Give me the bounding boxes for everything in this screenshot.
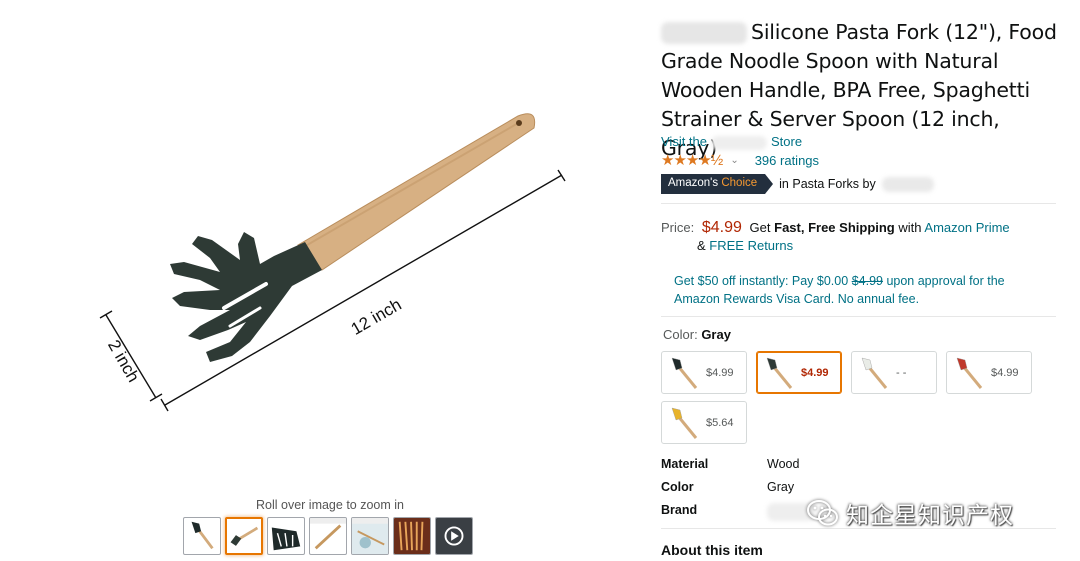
divider <box>661 203 1056 204</box>
length-dimension-label: 12 inch <box>348 295 405 339</box>
swatch-price: $4.99 <box>706 366 734 379</box>
visa-offer-text-1: Get $50 off instantly: Pay $0.00 <box>674 274 849 288</box>
returns-row: & FREE Returns <box>697 238 793 253</box>
swatch-image <box>956 357 983 389</box>
shipping-with: with <box>898 220 922 235</box>
star-rating-icon[interactable]: ★★★★½ <box>661 151 723 169</box>
shipping-get: Get <box>749 220 771 235</box>
ratings-count-link[interactable]: 396 ratings <box>755 153 819 168</box>
swatch-image <box>766 357 793 389</box>
attribute-value: Gray <box>767 480 795 494</box>
main-product-image[interactable]: 12 inch 2 inch <box>60 80 600 440</box>
visa-offer[interactable]: Get $50 off instantly: Pay $0.00 $4.99 u… <box>674 272 1044 308</box>
watermark-text: 知企星知识产权 <box>846 503 1014 529</box>
swatch-price: - - <box>896 366 907 379</box>
color-label: Color: Gray <box>663 327 731 342</box>
rating-row: ★★★★½ ⌄ 396 ratings <box>661 151 819 169</box>
amazons-choice-badge: Amazon's Choice <box>661 174 774 194</box>
width-dimension-label: 2 inch <box>104 337 143 386</box>
attribute-key: Brand <box>661 503 698 517</box>
attribute-row-material: Material Wood <box>661 457 961 471</box>
price-row: Price: $4.99 Get Fast, Free Shipping wit… <box>661 218 1056 238</box>
choice-badge-highlight: Choice <box>721 177 758 189</box>
amazons-choice-row: Amazon's Choice in Pasta Forks by <box>661 174 934 194</box>
zoom-hint: Roll over image to zoom in <box>256 498 404 512</box>
brand-blur <box>661 22 747 44</box>
color-swatch-1[interactable]: $4.99 <box>661 351 747 394</box>
color-swatch-5[interactable]: $5.64 <box>661 401 747 444</box>
thumbnail-strip <box>183 517 473 555</box>
divider <box>661 316 1056 317</box>
swatch-image <box>671 407 698 439</box>
choice-badge-prefix: Amazon's <box>668 177 719 189</box>
chevron-down-icon[interactable]: ⌄ <box>730 155 738 166</box>
thumbnail-1[interactable] <box>183 517 221 555</box>
swatch-price: $5.64 <box>706 416 734 429</box>
swatch-price: $4.99 <box>991 366 1019 379</box>
color-swatch-3[interactable]: - - <box>851 351 937 394</box>
shipping-fast: Fast, Free Shipping <box>774 220 895 235</box>
choice-brand-blur <box>881 176 934 192</box>
attribute-key: Color <box>661 480 694 494</box>
thumbnail-2[interactable] <box>225 517 263 555</box>
thumbnail-5[interactable] <box>351 517 389 555</box>
wechat-icon <box>807 500 838 526</box>
thumbnail-video[interactable] <box>435 517 473 555</box>
thumbnail-6[interactable] <box>393 517 431 555</box>
visit-suffix: Store <box>771 134 803 149</box>
price-amount: $4.99 <box>701 219 742 236</box>
thumbnail-3[interactable] <box>267 517 305 555</box>
price-label: Price: <box>661 220 695 235</box>
free-returns-link[interactable]: FREE Returns <box>709 238 793 253</box>
pasta-fork-illustration: 12 inch 2 inch <box>99 113 566 412</box>
attribute-key: Material <box>661 457 709 471</box>
swatch-price: $4.99 <box>801 366 829 379</box>
about-this-item-heading: About this item <box>661 542 763 558</box>
color-selected-value: Gray <box>701 327 731 342</box>
color-swatch-2[interactable]: $4.99 <box>756 351 842 394</box>
color-label-text: Color: <box>663 327 698 342</box>
swatch-image <box>861 357 888 389</box>
visit-store-link[interactable]: Visit the Store <box>661 134 802 150</box>
choice-category-text: in Pasta Forks by <box>779 177 876 191</box>
visa-strikethrough-price: $4.99 <box>851 274 883 288</box>
swatch-image <box>671 357 698 389</box>
store-name-blur <box>711 135 768 150</box>
returns-amp: & <box>697 238 706 253</box>
visit-prefix: Visit the <box>661 134 708 149</box>
amazon-prime-link[interactable]: Amazon Prime <box>924 220 1009 235</box>
color-swatch-4[interactable]: $4.99 <box>946 351 1032 394</box>
attribute-value: Wood <box>767 457 800 471</box>
attribute-row-color: Color Gray <box>661 480 961 494</box>
watermark: 知企星知识产权 <box>806 496 1014 530</box>
thumbnail-4[interactable] <box>309 517 347 555</box>
